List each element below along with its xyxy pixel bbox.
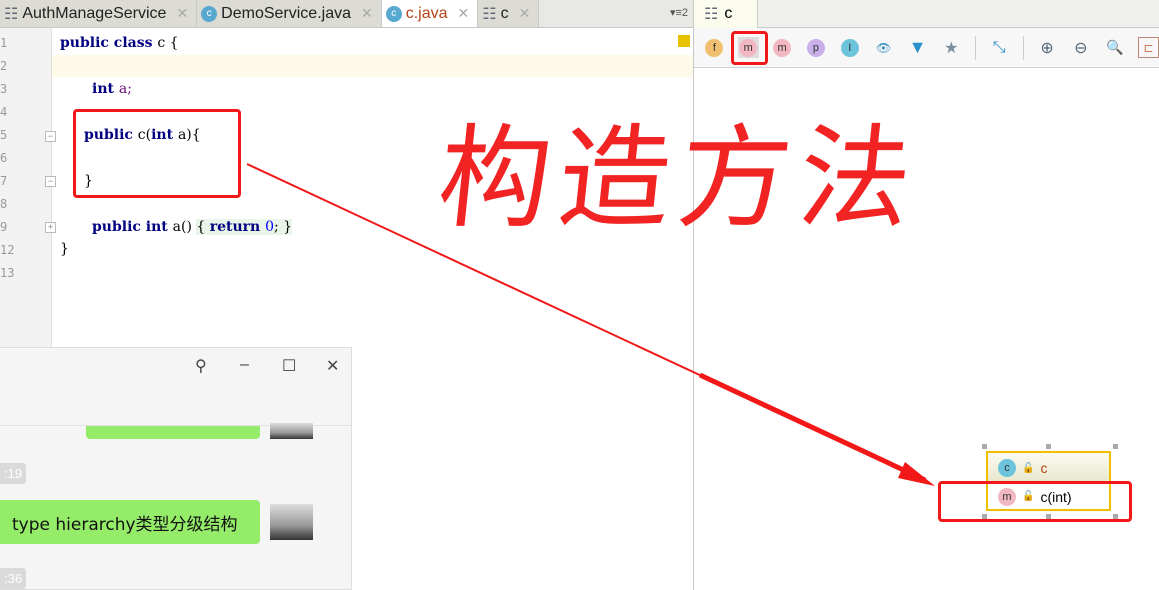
handwritten-annotation: 构造方法 (432, 114, 926, 244)
